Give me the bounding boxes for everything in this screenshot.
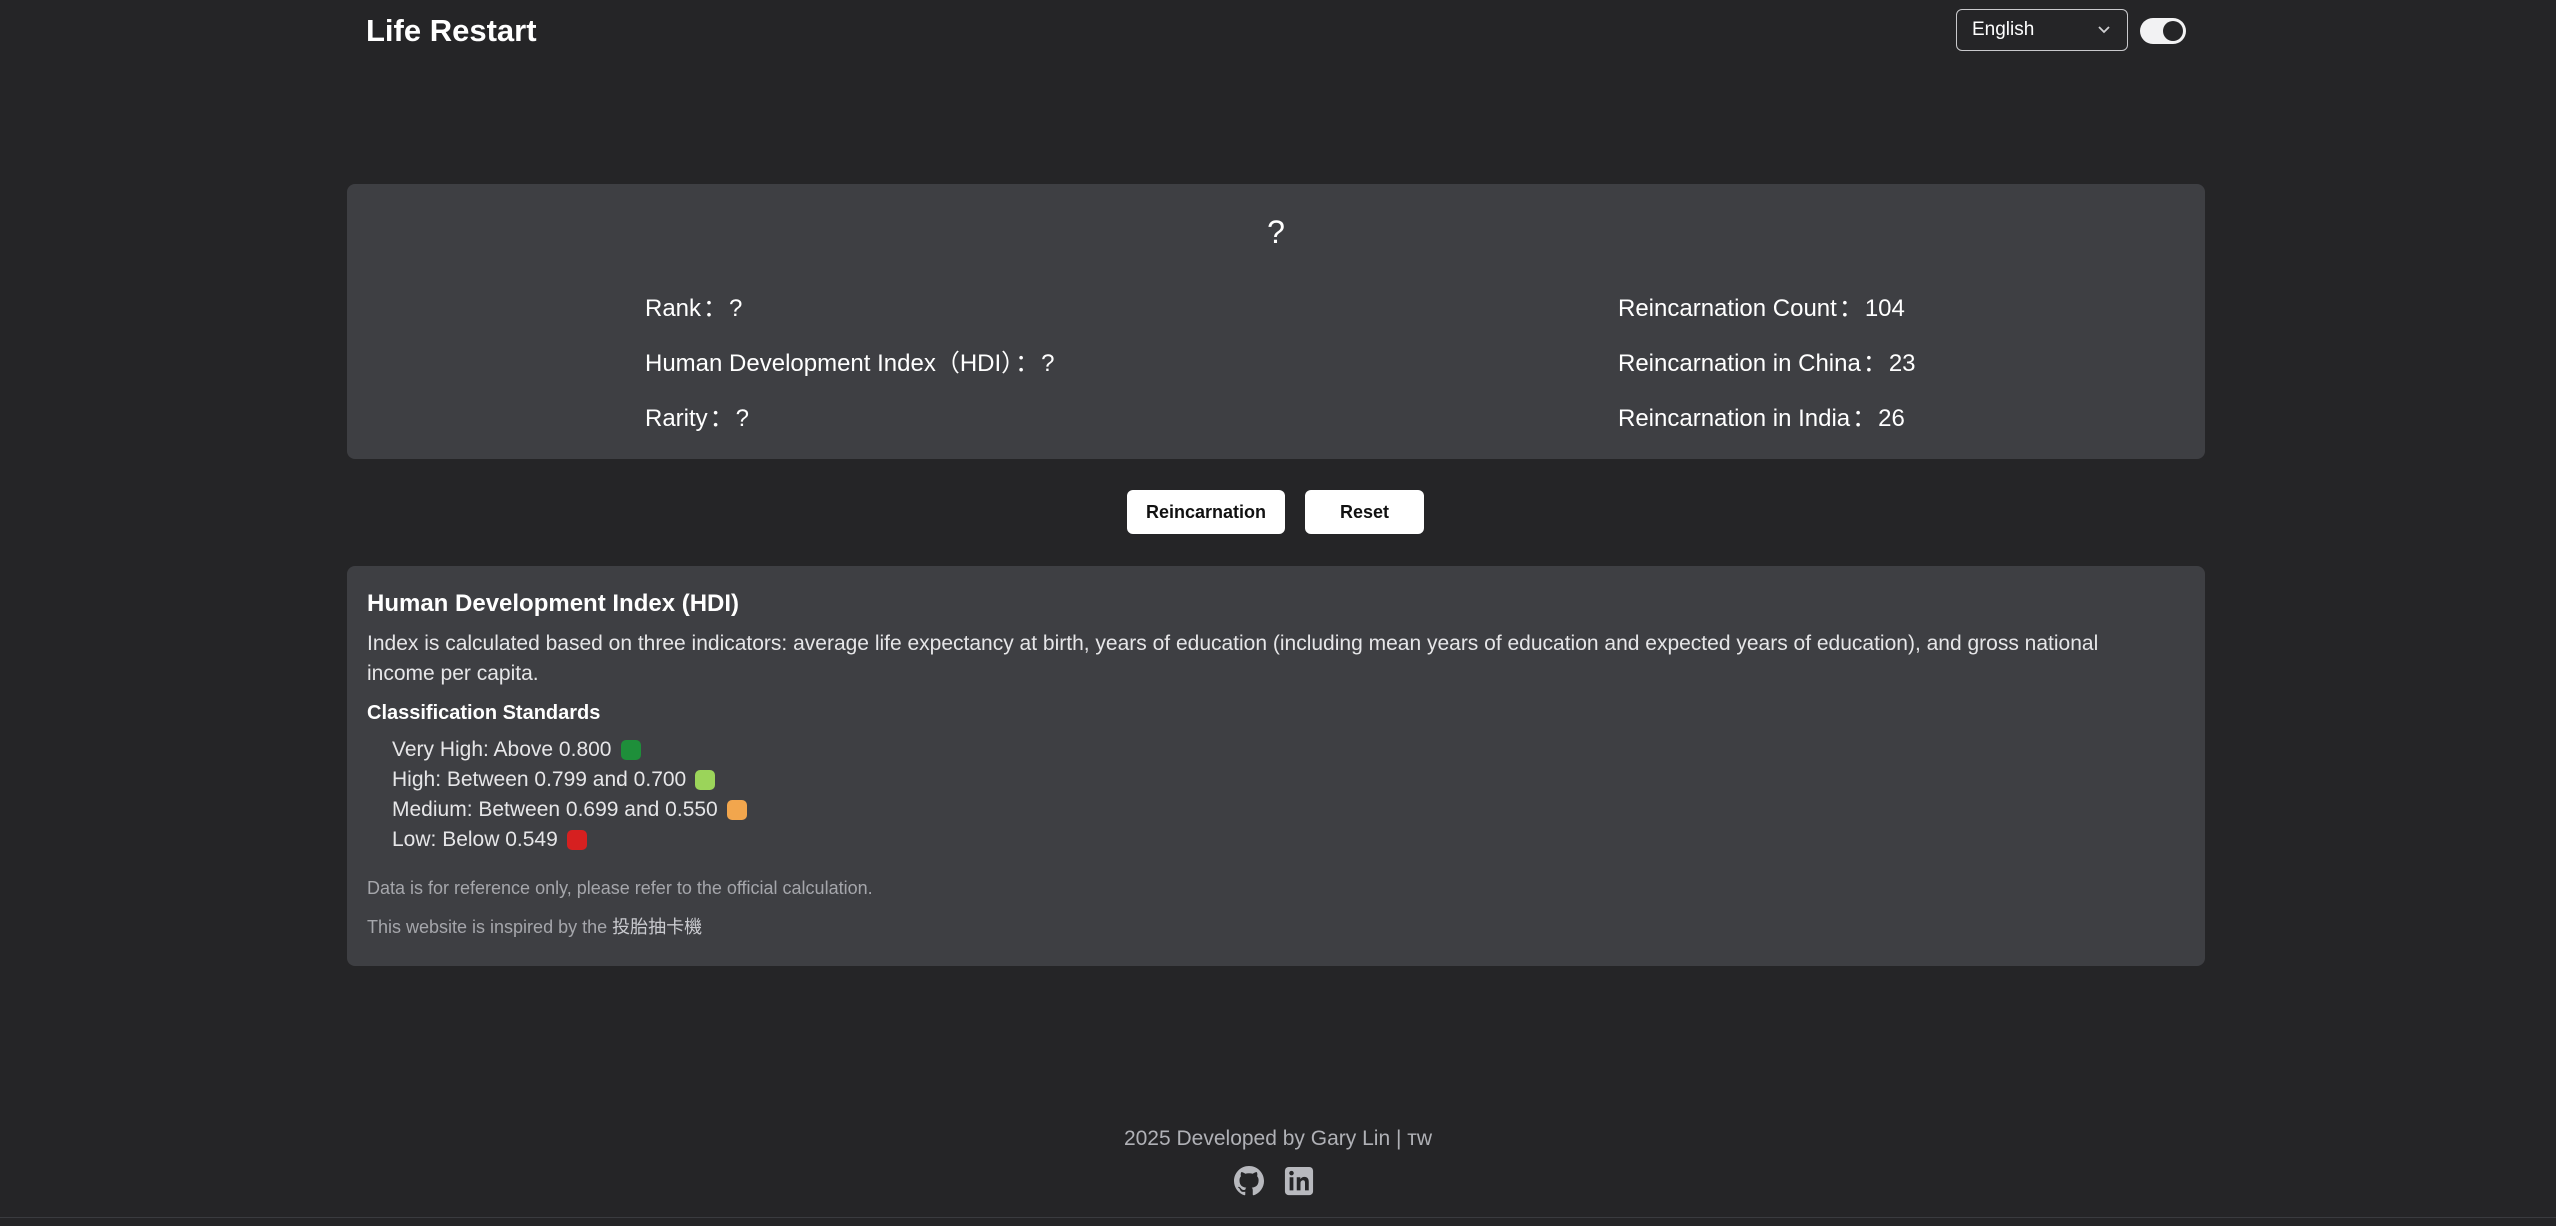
- inspired-note: This website is inspired by the 投胎抽卡機: [367, 914, 2185, 940]
- hdi-stat: Human Development Index（HDI）：?: [645, 343, 1055, 378]
- linkedin-icon[interactable]: [1284, 1166, 1314, 1196]
- page: Life Restart English ? Rank：? Human Deve…: [0, 0, 2556, 1226]
- classification-item-low: Low: Below 0.549: [392, 825, 2185, 855]
- reincarnation-india-label: Reincarnation in India: [1618, 405, 1851, 432]
- github-icon[interactable]: [1234, 1166, 1264, 1196]
- rarity-separator: ：: [709, 405, 734, 432]
- hdi-value: ?: [1041, 350, 1055, 377]
- theme-toggle[interactable]: [2140, 18, 2186, 44]
- rarity-value: ?: [735, 405, 750, 432]
- reincarnation-china-stat: Reincarnation in China：23: [1618, 343, 1916, 378]
- rank-separator: ：: [703, 295, 728, 322]
- classification-label: Very High: Above 0.800: [392, 738, 612, 761]
- color-swatch-high: [695, 770, 716, 790]
- app-title[interactable]: Life Restart: [366, 10, 537, 52]
- hdi-label: Human Development Index（HDI）: [645, 350, 1014, 377]
- chevron-down-icon: [2097, 25, 2111, 35]
- rarity-label: Rarity: [645, 405, 708, 432]
- result-name: ?: [1267, 214, 1285, 250]
- result-card: ? Rank：? Human Development Index（HDI）：? …: [347, 184, 2205, 459]
- footer-credit: 2025 Developed by Gary Lin | ᴛᴡ: [1123, 1127, 1433, 1150]
- reincarnation-button[interactable]: Reincarnation: [1127, 490, 1285, 534]
- reincarnation-count-separator: ：: [1838, 295, 1863, 322]
- info-description: Index is calculated based on three indic…: [367, 632, 2099, 685]
- reincarnation-count-value: 104: [1864, 295, 1905, 322]
- reincarnation-china-value: 23: [1888, 350, 1916, 377]
- info-title: Human Development Index (HDI): [367, 590, 740, 617]
- rarity-stat: Rarity：?: [645, 398, 749, 433]
- reincarnation-india-value: 26: [1878, 405, 1905, 432]
- color-swatch-medium: [726, 800, 747, 820]
- language-select[interactable]: English: [1956, 9, 2128, 51]
- theme-toggle-knob: [2163, 21, 2183, 41]
- reincarnation-china-label: Reincarnation in China: [1618, 350, 1861, 377]
- color-swatch-very-high: [620, 740, 641, 760]
- rank-stat: Rank：?: [645, 288, 742, 323]
- reincarnation-india-separator: ：: [1852, 405, 1877, 432]
- classification-item-very-high: Very High: Above 0.800: [392, 735, 2185, 765]
- language-select-value: English: [1972, 19, 2035, 40]
- classification-label: High: Between 0.799 and 0.700: [392, 768, 687, 791]
- footer-social-links: [1234, 1166, 1314, 1196]
- inspired-link[interactable]: 投胎抽卡機: [612, 917, 702, 937]
- classification-item-high: High: Between 0.799 and 0.700: [392, 765, 2185, 795]
- reincarnation-india-stat: Reincarnation in India：26: [1618, 398, 1905, 433]
- reincarnation-count-label: Reincarnation Count: [1618, 295, 1837, 322]
- classification-title: Classification Standards: [367, 702, 601, 724]
- classification-item-medium: Medium: Between 0.699 and 0.550: [392, 795, 2185, 825]
- reset-button[interactable]: Reset: [1305, 490, 1424, 534]
- reincarnation-count-stat: Reincarnation Count：104: [1618, 288, 1905, 323]
- reference-note: Data is for reference only, please refer…: [367, 878, 873, 898]
- rank-value: ?: [729, 295, 743, 322]
- classification-label: Low: Below 0.549: [392, 828, 558, 851]
- hdi-info-card: Human Development Index (HDI) Index is c…: [347, 566, 2205, 966]
- hdi-separator: ：: [1015, 350, 1040, 377]
- color-swatch-low: [566, 830, 587, 850]
- reincarnation-china-separator: ：: [1862, 350, 1887, 377]
- classification-list: Very High: Above 0.800 High: Between 0.7…: [392, 735, 2185, 855]
- rank-label: Rank: [645, 295, 702, 322]
- inspired-prefix: This website is inspired by the: [367, 917, 608, 937]
- classification-label: Medium: Between 0.699 and 0.550: [392, 798, 718, 821]
- bottom-divider: [0, 1217, 2556, 1218]
